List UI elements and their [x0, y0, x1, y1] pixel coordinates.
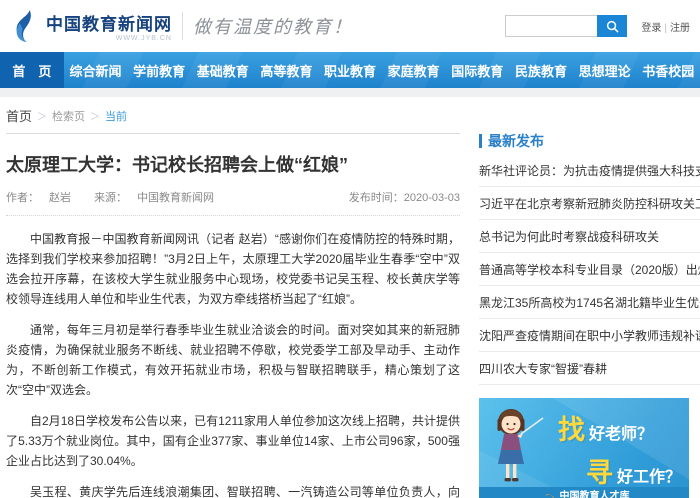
- latest-item[interactable]: 普通高等学校本科专业目录（2020版）出炉，...: [479, 253, 700, 285]
- source-value: 中国教育新闻网: [137, 192, 214, 204]
- latest-item[interactable]: 沈阳严查疫情期间在职中小学教师违规补课行为: [479, 319, 700, 351]
- site-domain: WWW.JYB.CN: [46, 35, 172, 42]
- source-label: 来源：: [94, 192, 127, 204]
- author-label: 作者：: [6, 192, 39, 204]
- publish-time-value: 2020-03-03: [404, 192, 460, 204]
- ad-find-char: 找: [558, 408, 585, 447]
- site-logo[interactable]: 中国教育新闻网 WWW.JYB.CN: [10, 9, 172, 43]
- article-paragraph: 自2月18日学校发布公告以来，已有1211家用人单位参加这次线上招聘，共计提供了…: [6, 411, 460, 471]
- nav-item-home[interactable]: 首 页: [0, 52, 64, 88]
- nav-item-ideology-theory[interactable]: 思想理论: [573, 52, 637, 88]
- article-meta: 作者： 赵岩 来源： 中国教育新闻网 发布时间：2020-03-03: [6, 189, 460, 216]
- breadcrumb-divider: [6, 133, 460, 134]
- article-body: 中国教育报－中国教育新闻网讯（记者 赵岩）“感谢你们在疫情防控的特殊时期，选择到…: [6, 216, 460, 498]
- nav-item-international-education[interactable]: 国际教育: [445, 52, 509, 88]
- ad-seek-text: 好工作？: [617, 463, 681, 487]
- nav-bottom-strip: [0, 88, 700, 97]
- ad-seek-char: 寻: [586, 451, 613, 490]
- breadcrumb-separator: ＞: [37, 108, 47, 123]
- search-box: [505, 15, 627, 37]
- article-column: 首页 ＞ 检索页 ＞ 当前 太原理工大学：书记校长招聘会上做“红娘” 作者： 赵岩…: [6, 97, 468, 498]
- ad-brand-band: 中国教育人才库 www.edurck.com: [479, 487, 689, 498]
- breadcrumb-separator: ＞: [90, 108, 100, 123]
- latest-item[interactable]: 习近平在北京考察新冠肺炎防控科研攻关工作时...: [479, 187, 700, 219]
- search-button[interactable]: [597, 15, 627, 37]
- auth-separator: |: [664, 23, 667, 34]
- site-header: 中国教育新闻网 WWW.JYB.CN 做有温度的教育！ 登录|注册: [0, 0, 700, 52]
- site-slogan: 做有温度的教育！: [193, 13, 353, 39]
- ad-slogan: 找 好老师？ 寻 好工作？: [558, 408, 681, 490]
- site-title: 中国教育新闻网: [46, 10, 172, 35]
- register-link[interactable]: 注册: [670, 23, 690, 34]
- latest-item[interactable]: 黑龙江35所高校为1745名湖北籍毕业生优先推...: [479, 286, 700, 318]
- teacher-cartoon-illustration: [487, 406, 547, 492]
- flame-logo-icon: [10, 9, 40, 43]
- author-value: 赵岩: [49, 192, 71, 204]
- nav-item-preschool-education[interactable]: 学前教育: [127, 52, 191, 88]
- nav-item-basic-education[interactable]: 基础教育: [191, 52, 255, 88]
- nav-item-higher-education[interactable]: 高等教育: [255, 52, 319, 88]
- latest-item[interactable]: 四川农大专家“智援”春耕: [479, 352, 700, 384]
- article-title: 太原理工大学：书记校长招聘会上做“红娘”: [6, 151, 460, 177]
- latest-section-title: 最新发布: [479, 131, 700, 151]
- talent-bank-logo-icon: [539, 493, 555, 498]
- nav-item-comprehensive-news[interactable]: 综合新闻: [64, 52, 128, 88]
- search-icon: [606, 20, 619, 33]
- breadcrumb-current: 当前: [105, 108, 127, 124]
- breadcrumb: 首页 ＞ 检索页 ＞ 当前: [6, 97, 460, 125]
- publish-time-label: 发布时间：: [349, 192, 404, 204]
- latest-item[interactable]: 新华社评论员：为抗击疫情提供强大科技支撑: [479, 154, 700, 186]
- latest-list: 新华社评论员：为抗击疫情提供强大科技支撑 习近平在北京考察新冠肺炎防控科研攻关工…: [479, 154, 700, 385]
- search-input[interactable]: [505, 15, 597, 37]
- ad-banner-talent-bank[interactable]: 找 好老师？ 寻 好工作？ 中国教育人才库 www.edurck.com: [479, 398, 689, 498]
- breadcrumb-search-page[interactable]: 检索页: [52, 108, 85, 124]
- article-paragraph: 通常，每年三月初是举行春季毕业生就业洽谈会的时间。面对突如其来的新冠肺炎疫情，为…: [6, 320, 460, 400]
- main-nav: 首 页 综合新闻 学前教育 基础教育 高等教育 职业教育 家庭教育 国际教育 民…: [0, 52, 700, 88]
- ad-brand-name: 中国教育人才库: [560, 492, 630, 498]
- auth-links: 登录|注册: [641, 19, 690, 34]
- article-paragraph: 吴玉程、黄庆学先后连线浪潮集团、智联招聘、一汽铸造公司等单位负责人，向他们介绍了…: [6, 482, 460, 498]
- article-paragraph: 中国教育报－中国教育新闻网讯（记者 赵岩）“感谢你们在疫情防控的特殊时期，选择到…: [6, 229, 460, 309]
- nav-item-vocational-education[interactable]: 职业教育: [318, 52, 382, 88]
- login-link[interactable]: 登录: [641, 23, 661, 34]
- logo-divider: [182, 12, 183, 40]
- latest-item[interactable]: 总书记为何此时考察战疫科研攻关: [479, 220, 700, 252]
- nav-item-reading-campus[interactable]: 书香校园: [636, 52, 700, 88]
- nav-item-family-education[interactable]: 家庭教育: [382, 52, 446, 88]
- nav-item-ethnic-education[interactable]: 民族教育: [509, 52, 573, 88]
- sidebar: 最新发布 新华社评论员：为抗击疫情提供强大科技支撑 习近平在北京考察新冠肺炎防控…: [468, 97, 700, 498]
- breadcrumb-home[interactable]: 首页: [6, 106, 32, 125]
- ad-find-text: 好老师？: [589, 420, 653, 444]
- main-content: 首页 ＞ 检索页 ＞ 当前 太原理工大学：书记校长招聘会上做“红娘” 作者： 赵岩…: [0, 97, 700, 498]
